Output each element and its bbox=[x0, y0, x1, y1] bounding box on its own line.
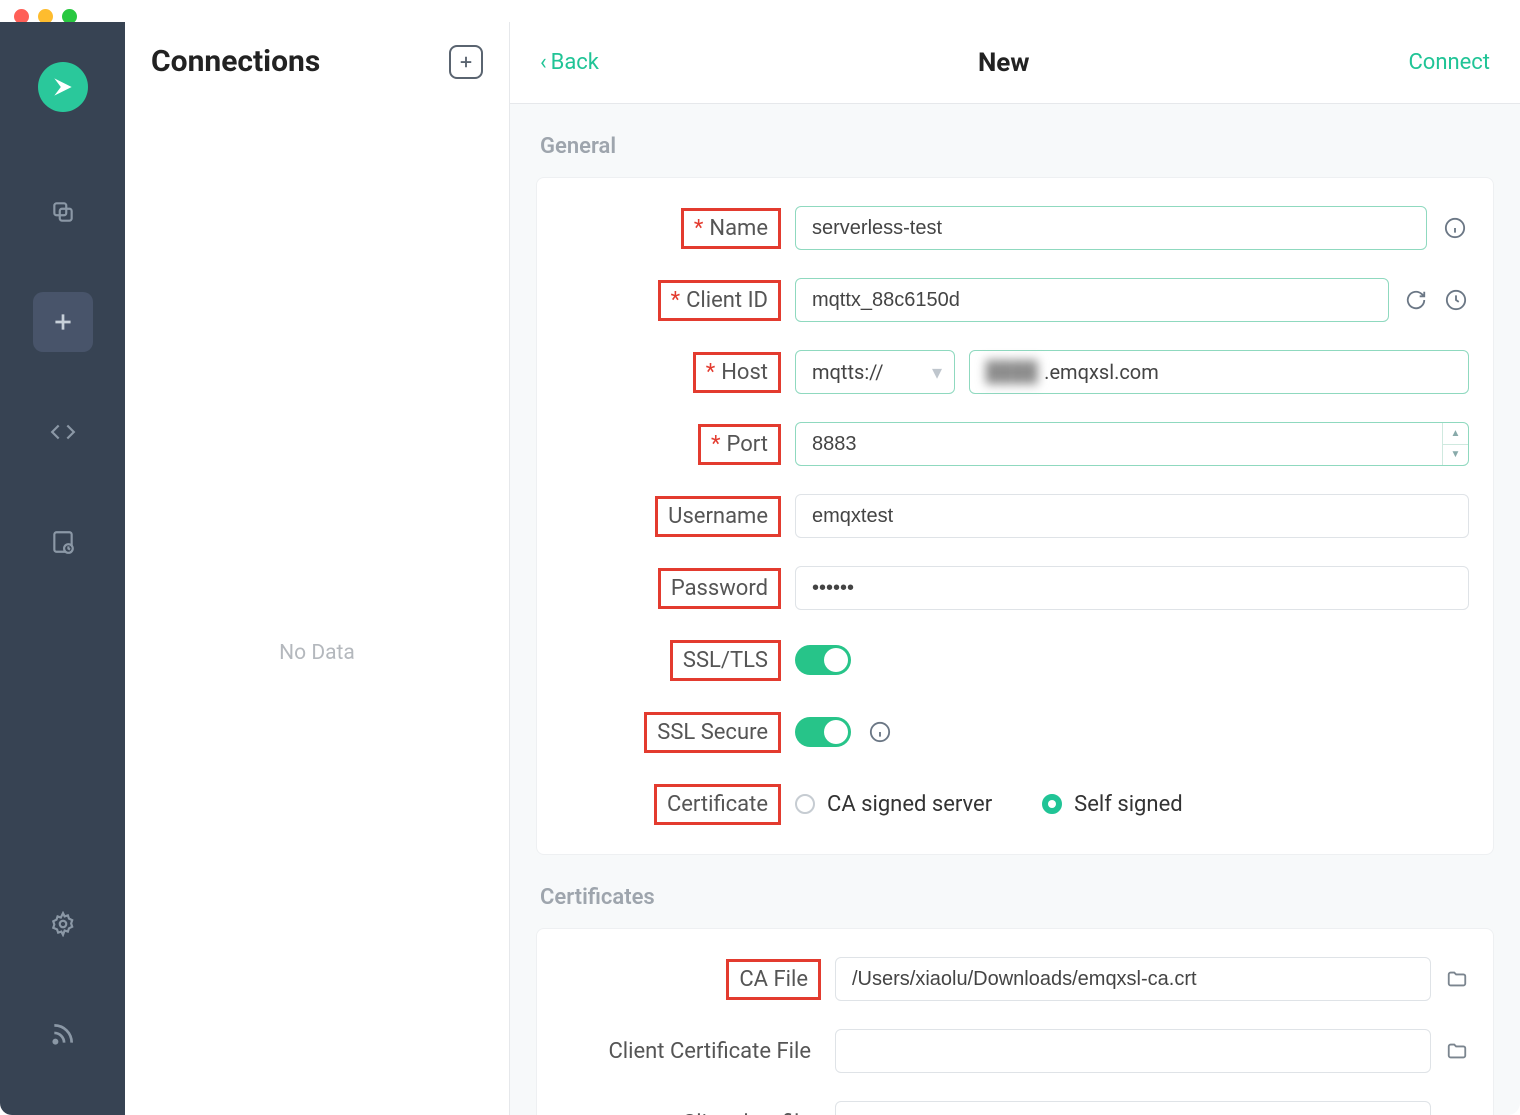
general-card: *Name *Client ID bbox=[536, 177, 1494, 855]
client-id-history-icon[interactable] bbox=[1443, 285, 1469, 315]
back-button[interactable]: ‹ Back bbox=[540, 50, 599, 75]
certificates-card: CA File Client Certificate File bbox=[536, 928, 1494, 1115]
ca-file-label: CA File bbox=[726, 959, 821, 1000]
ssl-tls-toggle[interactable] bbox=[795, 645, 851, 675]
client-cert-file-label: Client Certificate File bbox=[598, 1034, 821, 1069]
name-label: *Name bbox=[681, 208, 781, 249]
add-connection-button[interactable] bbox=[449, 45, 483, 79]
window-titlebar bbox=[0, 0, 1520, 22]
host-scheme-value: mqtts:// bbox=[812, 360, 883, 384]
host-input[interactable]: ████ .emqxsl.com bbox=[969, 350, 1469, 394]
client-id-input[interactable] bbox=[795, 278, 1389, 322]
client-id-refresh-icon[interactable] bbox=[1403, 285, 1429, 315]
nav-copy-icon[interactable] bbox=[33, 182, 93, 242]
nav-code-icon[interactable] bbox=[33, 402, 93, 462]
client-cert-file-input[interactable] bbox=[835, 1029, 1431, 1073]
nav-log-icon[interactable] bbox=[33, 512, 93, 572]
cert-self-signed-radio[interactable]: Self signed bbox=[1042, 792, 1182, 817]
nav-settings-icon[interactable] bbox=[33, 894, 93, 954]
port-input[interactable] bbox=[795, 422, 1469, 466]
connections-title: Connections bbox=[151, 44, 320, 79]
app-logo bbox=[38, 62, 88, 112]
host-scheme-select[interactable]: mqtts:// ▾ bbox=[795, 350, 955, 394]
connections-panel: Connections No Data bbox=[125, 22, 510, 1115]
client-key-browse-icon[interactable] bbox=[1445, 1110, 1469, 1115]
connect-button[interactable]: Connect bbox=[1408, 50, 1490, 75]
ca-file-browse-icon[interactable] bbox=[1445, 966, 1469, 992]
main-area: ‹ Back New Connect General *Name bbox=[510, 22, 1520, 1115]
connections-empty-text: No Data bbox=[125, 101, 509, 1115]
nav-rail bbox=[0, 22, 125, 1115]
client-key-file-input[interactable] bbox=[835, 1101, 1431, 1115]
page-title: New bbox=[599, 48, 1409, 78]
cert-self-signed-label: Self signed bbox=[1074, 792, 1182, 817]
back-label: Back bbox=[551, 50, 599, 75]
username-label: Username bbox=[655, 496, 781, 537]
chevron-left-icon: ‹ bbox=[540, 50, 547, 75]
certificate-label: Certificate bbox=[654, 784, 781, 825]
client-cert-browse-icon[interactable] bbox=[1445, 1038, 1469, 1064]
ssl-secure-toggle[interactable] bbox=[795, 717, 851, 747]
port-step-down[interactable]: ▼ bbox=[1443, 445, 1468, 466]
cert-ca-signed-label: CA signed server bbox=[827, 792, 992, 817]
username-input[interactable] bbox=[795, 494, 1469, 538]
ssl-secure-label: SSL Secure bbox=[644, 712, 781, 753]
name-info-icon[interactable] bbox=[1441, 213, 1469, 243]
client-id-label: *Client ID bbox=[658, 280, 781, 321]
host-suffix: .emqxsl.com bbox=[1044, 360, 1159, 384]
password-label: Password bbox=[658, 568, 781, 609]
name-input[interactable] bbox=[795, 206, 1427, 250]
password-input[interactable] bbox=[795, 566, 1469, 610]
host-hidden-part: ████ bbox=[986, 360, 1038, 384]
port-step-up[interactable]: ▲ bbox=[1443, 423, 1468, 445]
nav-feed-icon[interactable] bbox=[33, 1004, 93, 1064]
ssl-secure-info-icon[interactable] bbox=[865, 717, 895, 747]
ca-file-input[interactable] bbox=[835, 957, 1431, 1001]
chevron-down-icon: ▾ bbox=[932, 360, 942, 384]
general-section-title: General bbox=[540, 134, 1494, 159]
port-spinner: ▲ ▼ bbox=[1442, 423, 1468, 465]
host-label: *Host bbox=[693, 352, 781, 393]
cert-ca-signed-radio[interactable]: CA signed server bbox=[795, 792, 992, 817]
ssl-tls-label: SSL/TLS bbox=[670, 640, 781, 681]
nav-new-connection-icon[interactable] bbox=[33, 292, 93, 352]
certificates-section-title: Certificates bbox=[540, 885, 1494, 910]
port-label: *Port bbox=[698, 424, 781, 465]
client-key-file-label: Client key file bbox=[672, 1106, 821, 1115]
